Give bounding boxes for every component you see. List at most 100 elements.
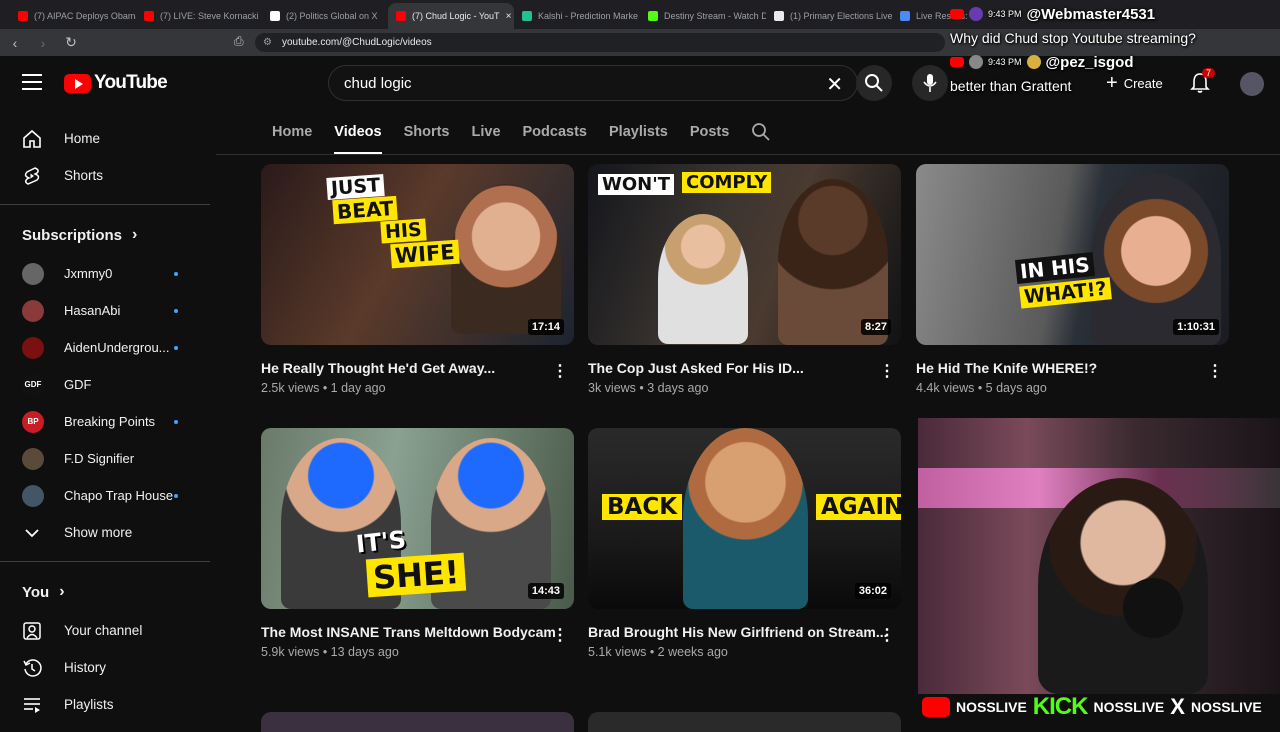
address-bar[interactable]: ⚙ youtube.com/@ChudLogic/videos bbox=[255, 33, 945, 52]
video-title[interactable]: The Most INSANE Trans Meltdown Bodycam bbox=[261, 624, 574, 640]
search-button[interactable] bbox=[856, 65, 892, 101]
channel-avatar bbox=[22, 336, 44, 359]
sidebar-item-shorts[interactable]: Shorts bbox=[0, 157, 210, 194]
browser-tab[interactable]: (1) Primary Elections Live bbox=[766, 3, 892, 29]
video-thumbnail[interactable]: IN HIS WHAT!? 1:10:31 bbox=[916, 164, 1229, 345]
sidebar-item-history[interactable]: History bbox=[0, 649, 210, 686]
sidebar-item-subscription[interactable]: F.D Signifier bbox=[0, 440, 210, 477]
tab-live[interactable]: Live bbox=[472, 112, 501, 152]
tab-videos[interactable]: Videos bbox=[334, 112, 382, 154]
sidebar-item-label: Home bbox=[64, 131, 101, 146]
sidebar-item-subscription[interactable]: Jxmmy0 bbox=[0, 255, 210, 292]
chat-message-text: better than Grattent bbox=[950, 78, 1072, 94]
video-thumbnail[interactable]: JUST BEAT HIS WIFE 17:14 bbox=[261, 164, 574, 345]
subscriptions-header[interactable]: Subscriptions › bbox=[0, 215, 210, 255]
subscriptions-title: Subscriptions bbox=[22, 226, 123, 244]
show-more-button[interactable]: Show more bbox=[0, 514, 210, 551]
browser-tab[interactable]: Kalshi - Prediction Marke bbox=[514, 3, 640, 29]
tab-label: (2) Politics Global on X bbox=[286, 11, 378, 21]
emoji-icon bbox=[1026, 55, 1041, 69]
video-card[interactable]: BACK AGAIN 36:02 Brad Brought His New Gi… bbox=[588, 428, 901, 659]
more-options-icon[interactable]: ⋮ bbox=[552, 625, 568, 645]
show-more-label: Show more bbox=[64, 525, 133, 540]
stream-chat-overlay: 9:43 PM @Webmaster4531 Why did Chud stop… bbox=[950, 2, 1280, 98]
user-badge-icon bbox=[969, 7, 983, 21]
menu-icon[interactable] bbox=[22, 74, 42, 90]
video-card[interactable]: IN HIS WHAT!? 1:10:31 He Hid The Knife W… bbox=[916, 164, 1229, 395]
back-icon[interactable]: ‹ bbox=[8, 35, 22, 51]
browser-tab[interactable]: (7) AIPAC Deploys Obama bbox=[10, 3, 136, 29]
video-thumbnail-partial[interactable] bbox=[261, 712, 574, 732]
sidebar-item-label: Shorts bbox=[64, 168, 104, 183]
channel-search-icon[interactable] bbox=[751, 112, 771, 152]
browser-tab[interactable]: (7) Chud Logic - YouT × bbox=[388, 3, 514, 29]
thumbnail-overlay-text: IT'S bbox=[354, 525, 408, 559]
subscription-label: F.D Signifier bbox=[64, 451, 135, 466]
browser-tab[interactable]: (7) LIVE: Steve Kornacki bbox=[136, 3, 262, 29]
sidebar-item-subscription[interactable]: HasanAbi bbox=[0, 292, 210, 329]
video-meta: 3k views • 3 days ago bbox=[588, 381, 709, 395]
video-card[interactable]: IT'S SHE! 14:43 The Most INSANE Trans Me… bbox=[261, 428, 574, 659]
chat-time: 9:43 PM bbox=[988, 57, 1022, 67]
thumbnail-overlay-text: JUST bbox=[326, 174, 385, 200]
tab-posts[interactable]: Posts bbox=[690, 112, 730, 152]
voice-search-button[interactable] bbox=[912, 65, 948, 101]
channel-avatar bbox=[22, 262, 44, 285]
new-content-dot bbox=[174, 309, 178, 313]
you-header[interactable]: You › bbox=[0, 572, 210, 612]
sidebar-item-subscription[interactable]: GDF GDF bbox=[0, 366, 210, 403]
new-content-dot bbox=[174, 420, 178, 424]
video-thumbnail-partial[interactable] bbox=[588, 712, 901, 732]
video-thumbnail[interactable]: BACK AGAIN 36:02 bbox=[588, 428, 901, 609]
tab-shorts[interactable]: Shorts bbox=[404, 112, 450, 152]
subscription-label: Breaking Points bbox=[64, 414, 156, 429]
user-badge-icon bbox=[969, 55, 983, 69]
sidebar-item-home[interactable]: Home bbox=[0, 120, 210, 157]
browser-tab[interactable]: (2) Politics Global on X bbox=[262, 3, 388, 29]
video-title[interactable]: He Hid The Knife WHERE!? bbox=[916, 360, 1229, 376]
tab-favicon-icon bbox=[270, 11, 280, 21]
video-title[interactable]: Brad Brought His New Girlfriend on Strea… bbox=[588, 624, 901, 640]
more-options-icon[interactable]: ⋮ bbox=[879, 625, 895, 645]
clear-search-icon[interactable]: ✕ bbox=[826, 72, 843, 97]
video-thumbnail[interactable]: WON'T COMPLY 8:27 bbox=[588, 164, 901, 345]
stream-socials-bar: NOSSLIVE KICK NOSSLIVE X NOSSLIVE bbox=[918, 693, 1280, 720]
video-title[interactable]: He Really Thought He'd Get Away... bbox=[261, 360, 574, 376]
tab-podcasts[interactable]: Podcasts bbox=[523, 112, 587, 152]
sidebar-item-subscription[interactable]: BP Breaking Points bbox=[0, 403, 210, 440]
sidebar-item-subscription[interactable]: AidenUndergrou... bbox=[0, 329, 210, 366]
video-duration: 8:27 bbox=[860, 319, 891, 335]
video-meta: 5.1k views • 2 weeks ago bbox=[588, 645, 728, 659]
channel-avatar bbox=[22, 299, 44, 322]
video-card[interactable]: JUST BEAT HIS WIFE 17:14 He Really Thoug… bbox=[261, 164, 574, 395]
thumbnail-overlay-text: WON'T bbox=[598, 174, 675, 195]
video-duration: 1:10:31 bbox=[1173, 319, 1219, 335]
sidebar-item-playlists[interactable]: Playlists bbox=[0, 686, 210, 723]
tab-playlists[interactable]: Playlists bbox=[609, 112, 668, 152]
reload-icon[interactable]: ↻ bbox=[64, 34, 78, 51]
more-options-icon[interactable]: ⋮ bbox=[1207, 361, 1223, 381]
thumbnail-person-image bbox=[451, 184, 561, 334]
youtube-logo[interactable]: YouTube bbox=[64, 72, 168, 94]
video-title[interactable]: The Cop Just Asked For His ID... bbox=[588, 360, 901, 376]
chat-message-text: Why did Chud stop Youtube streaming? bbox=[950, 30, 1196, 46]
forward-icon[interactable]: › bbox=[36, 35, 50, 51]
sidebar-item-your-channel[interactable]: Your channel bbox=[0, 612, 210, 649]
channel-avatar bbox=[22, 447, 44, 470]
tab-home[interactable]: Home bbox=[272, 112, 312, 152]
close-tab-icon[interactable]: × bbox=[506, 11, 512, 22]
bookmark-icon[interactable]: ⎙ bbox=[234, 34, 244, 49]
video-card[interactable]: WON'T COMPLY 8:27 The Cop Just Asked For… bbox=[588, 164, 901, 395]
thumbnail-overlay-text: BACK bbox=[602, 494, 683, 520]
tab-favicon-icon bbox=[774, 11, 784, 21]
browser-tab[interactable]: Destiny Stream - Watch D bbox=[640, 3, 766, 29]
tab-favicon-icon bbox=[900, 11, 910, 21]
site-info-icon[interactable]: ⚙ bbox=[263, 37, 272, 48]
webcam-person-image bbox=[1038, 478, 1208, 694]
video-thumbnail[interactable]: IT'S SHE! 14:43 bbox=[261, 428, 574, 609]
more-options-icon[interactable]: ⋮ bbox=[552, 361, 568, 381]
thumbnail-overlay-text: HIS bbox=[380, 218, 427, 244]
more-options-icon[interactable]: ⋮ bbox=[879, 361, 895, 381]
search-input[interactable]: chud logic ✕ bbox=[328, 65, 858, 101]
sidebar-item-subscription[interactable]: Chapo Trap House bbox=[0, 477, 210, 514]
